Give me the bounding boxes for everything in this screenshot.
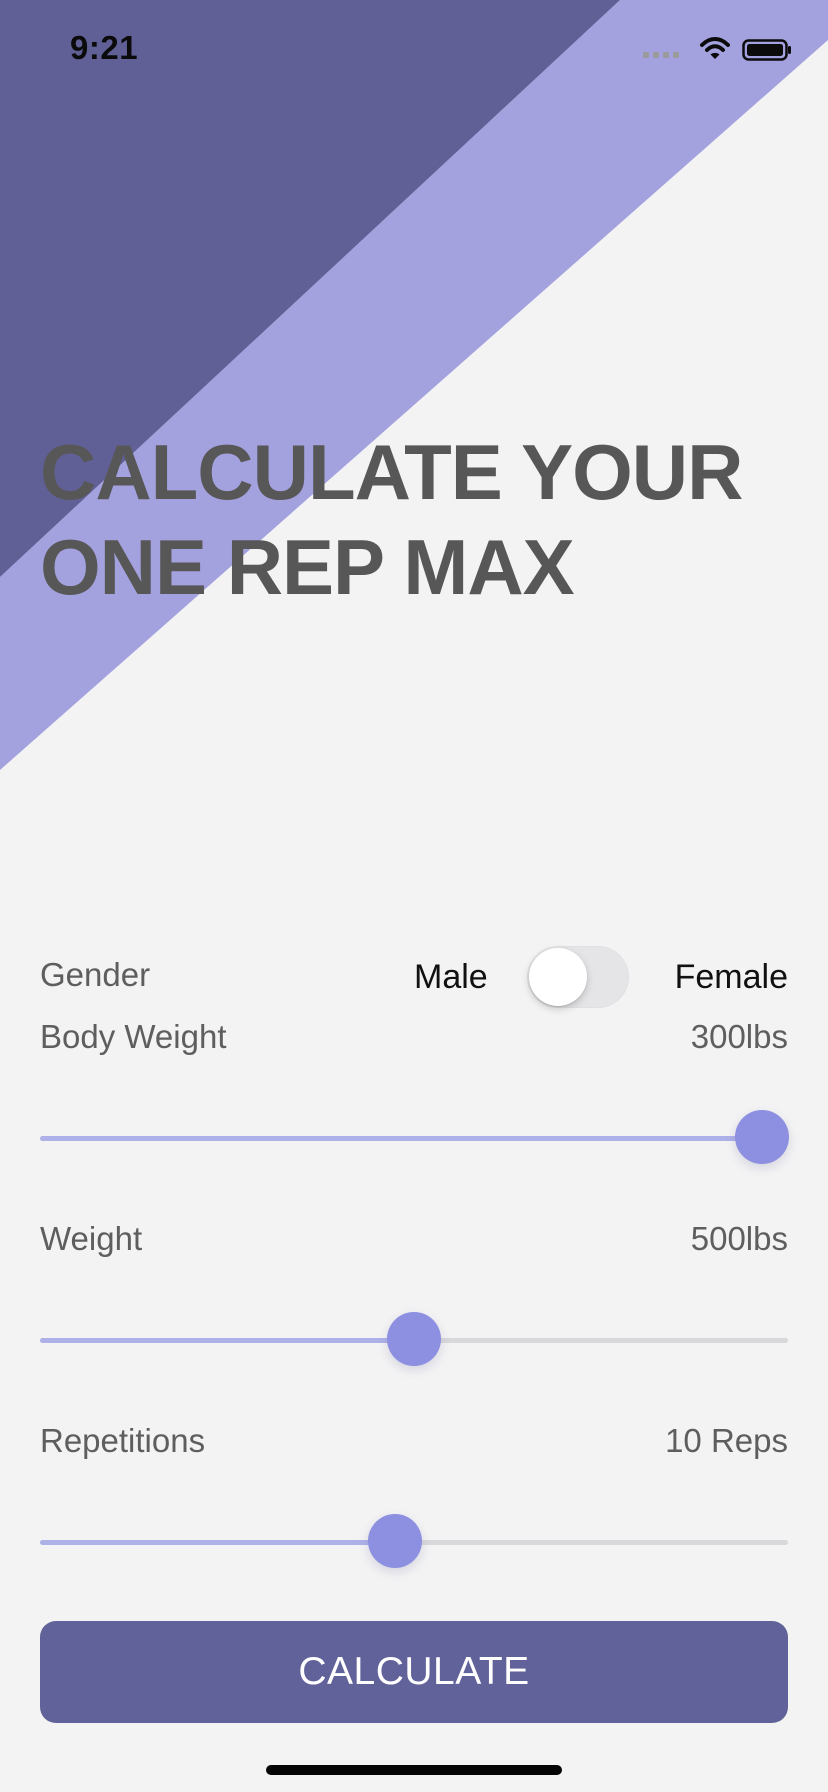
battery-icon	[742, 39, 791, 61]
repetitions-row: Repetitions 10 Reps	[40, 1421, 788, 1461]
weight-slider-fill	[40, 1338, 414, 1343]
gender-male-label: Male	[414, 958, 488, 996]
weight-slider[interactable]	[40, 1312, 788, 1368]
status-time: 9:21	[70, 29, 139, 66]
repetitions-slider-fill	[40, 1540, 396, 1545]
status-icons	[642, 34, 792, 64]
home-indicator[interactable]	[266, 1765, 562, 1775]
weight-label: Weight	[40, 1220, 143, 1257]
gender-row: Gender Male Female	[40, 946, 788, 1008]
page-title: CALCULATE YOUR ONE REP MAX	[40, 425, 800, 615]
signal-icon	[643, 52, 679, 58]
gender-control: Male Female	[388, 946, 788, 1008]
status-bar: 9:21	[0, 0, 828, 100]
gender-female-label: Female	[674, 958, 788, 996]
weight-value: 500lbs	[690, 1220, 788, 1257]
gender-toggle[interactable]	[527, 946, 629, 1008]
weight-row: Weight 500lbs	[40, 1219, 788, 1259]
body-weight-slider-thumb[interactable]	[734, 1110, 789, 1164]
repetitions-label: Repetitions	[40, 1422, 206, 1459]
gender-label: Gender	[40, 956, 151, 993]
page-title-line-1: CALCULATE YOUR	[40, 428, 743, 516]
wifi-icon	[700, 37, 730, 59]
weight-slider-thumb[interactable]	[387, 1312, 441, 1366]
body-weight-value: 300lbs	[690, 1018, 788, 1055]
calculate-button[interactable]: CALCULATE	[40, 1621, 788, 1723]
one-rep-max-screen: 9:21 CALCULATE YOUR ONE REP MAX Gender M…	[0, 0, 828, 1792]
body-weight-row: Body Weight 300lbs	[40, 1017, 788, 1057]
body-weight-slider[interactable]	[40, 1110, 789, 1166]
repetitions-slider[interactable]	[40, 1514, 788, 1570]
repetitions-slider-thumb[interactable]	[368, 1514, 423, 1568]
page-title-line-2: ONE REP MAX	[40, 523, 575, 611]
gender-toggle-knob	[529, 948, 587, 1006]
body-weight-slider-fill	[40, 1136, 762, 1141]
body-weight-label: Body Weight	[40, 1018, 227, 1055]
repetitions-value: 10 Reps	[665, 1422, 788, 1459]
